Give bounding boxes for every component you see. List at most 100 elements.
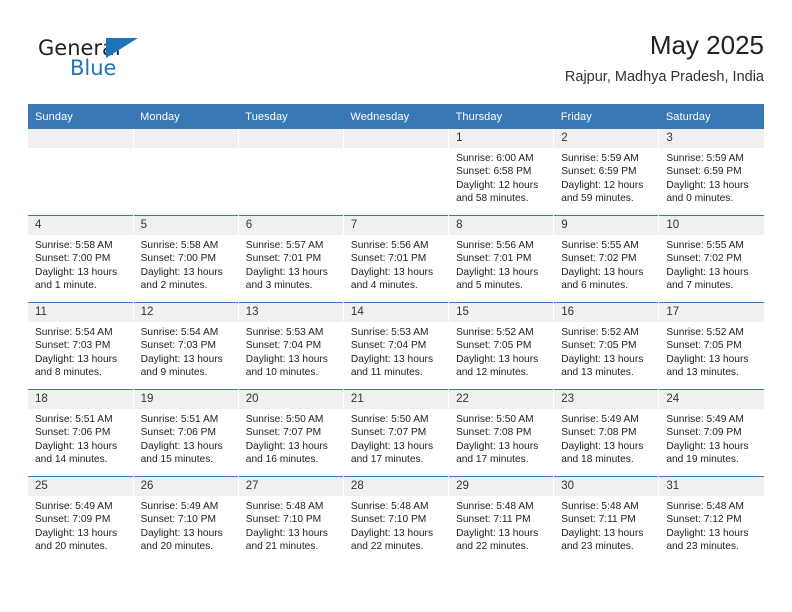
- daylight-text-line2: and 11 minutes.: [350, 367, 423, 379]
- calendar-day-cell[interactable]: 4 Sunrise: 5:58 AM Sunset: 7:00 PM Daylight…: [28, 215, 134, 303]
- sunrise-text: Sunrise: 5:56 AM: [350, 240, 429, 251]
- calendar-day-cell[interactable]: 7 Sunrise: 5:56 AM Sunset: 7:01 PM Daylight…: [343, 215, 450, 303]
- calendar-day-cell[interactable]: 13 Sunrise: 5:53 AM Sunset: 7:04 PM Dayligh…: [238, 302, 344, 390]
- sunset-text: Sunset: 7:11 PM: [561, 514, 636, 526]
- sunset-text: Sunset: 7:02 PM: [666, 253, 742, 265]
- day-number: 21: [343, 390, 449, 409]
- day-sun-info: Sunrise: 5:59 AM Sunset: 6:59 PM Daylight:…: [554, 148, 658, 206]
- page-header: General Blue May 2025 Rajpur, Madhya Pra…: [28, 28, 764, 96]
- daylight-text-line2: and 8 minutes.: [35, 367, 102, 379]
- calendar-day-cell[interactable]: 1 Sunrise: 6:00 AM Sunset: 6:58 PM Daylight…: [448, 129, 555, 216]
- day-number: 23: [554, 390, 659, 409]
- calendar-day-cell[interactable]: 16 Sunrise: 5:52 AM Sunset: 7:05 PM Dayligh…: [553, 302, 660, 390]
- calendar-day-cell[interactable]: 18 Sunrise: 5:51 AM Sunset: 7:06 PM Dayligh…: [28, 389, 134, 477]
- calendar-day-cell[interactable]: [238, 129, 344, 216]
- calendar-day-cell[interactable]: 6 Sunrise: 5:57 AM Sunset: 7:01 PM Daylight…: [238, 215, 344, 303]
- sunset-text: Sunset: 7:08 PM: [561, 427, 637, 439]
- day-sun-info: Sunrise: 5:52 AM Sunset: 7:05 PM Daylight:…: [554, 322, 658, 380]
- calendar-day-cell[interactable]: 3 Sunrise: 5:59 AM Sunset: 6:59 PM Daylight…: [659, 129, 764, 216]
- sunrise-text: Sunrise: 5:52 AM: [666, 327, 744, 338]
- calendar-day-cell[interactable]: 17 Sunrise: 5:52 AM Sunset: 7:05 PM Dayligh…: [658, 302, 764, 390]
- daylight-text-line2: and 22 minutes.: [350, 541, 424, 553]
- daylight-text-line1: Daylight: 13 hours: [245, 527, 328, 539]
- calendar-day-cell[interactable]: 24 Sunrise: 5:49 AM Sunset: 7:09 PM Dayligh…: [658, 389, 764, 477]
- day-sun-info: Sunrise: 6:00 AM Sunset: 6:58 PM Daylight:…: [449, 148, 553, 206]
- day-sun-info: Sunrise: 5:48 AM Sunset: 7:10 PM Daylight:…: [239, 496, 343, 554]
- sunrise-text: Sunrise: 5:50 AM: [350, 414, 429, 425]
- sunset-text: Sunset: 7:10 PM: [350, 514, 427, 526]
- day-cell-content: [133, 129, 238, 215]
- calendar-day-cell[interactable]: 29 Sunrise: 5:48 AM Sunset: 7:11 PM Dayligh…: [448, 476, 555, 563]
- sunrise-text: Sunrise: 5:48 AM: [456, 501, 534, 512]
- day-cell-content: 18 Sunrise: 5:51 AM Sunset: 7:06 PM Dayligh…: [28, 390, 133, 476]
- calendar-day-cell[interactable]: 30 Sunrise: 5:48 AM Sunset: 7:11 PM Dayligh…: [553, 476, 660, 563]
- calendar-day-cell[interactable]: 31 Sunrise: 5:48 AM Sunset: 7:12 PM Dayligh…: [658, 476, 764, 563]
- sunset-text: Sunset: 7:05 PM: [666, 340, 742, 352]
- calendar-day-cell[interactable]: 11 Sunrise: 5:54 AM Sunset: 7:03 PM Dayligh…: [28, 302, 134, 390]
- day-cell-content: 21 Sunrise: 5:50 AM Sunset: 7:07 PM Dayligh…: [343, 390, 449, 476]
- sunset-text: Sunset: 7:01 PM: [350, 253, 427, 265]
- day-sun-info: Sunrise: 5:48 AM Sunset: 7:10 PM Daylight:…: [344, 496, 448, 554]
- calendar-day-cell[interactable]: 9 Sunrise: 5:55 AM Sunset: 7:02 PM Daylight…: [553, 215, 660, 303]
- daylight-text-line2: and 0 minutes.: [666, 193, 734, 205]
- calendar-day-cell[interactable]: 23 Sunrise: 5:49 AM Sunset: 7:08 PM Dayligh…: [553, 389, 660, 477]
- daylight-text-line1: Daylight: 12 hours: [561, 179, 644, 191]
- day-number: 9: [554, 216, 659, 235]
- day-number: 16: [554, 303, 659, 322]
- general-blue-logo[interactable]: General Blue: [38, 36, 158, 84]
- daylight-text-line1: Daylight: 13 hours: [666, 179, 749, 191]
- day-sun-info: Sunrise: 5:53 AM Sunset: 7:04 PM Daylight:…: [239, 322, 343, 380]
- day-number: 11: [28, 303, 133, 322]
- day-sun-info: Sunrise: 5:57 AM Sunset: 7:01 PM Daylight:…: [239, 235, 343, 293]
- sunrise-text: Sunrise: 5:48 AM: [245, 501, 324, 512]
- calendar-week-row: 1 Sunrise: 6:00 AM Sunset: 6:58 PM Daylight…: [28, 129, 764, 216]
- calendar-day-cell[interactable]: [28, 129, 134, 216]
- daylight-text-line2: and 15 minutes.: [140, 454, 214, 466]
- sunset-text: Sunset: 7:00 PM: [140, 253, 216, 265]
- day-cell-content: 19 Sunrise: 5:51 AM Sunset: 7:06 PM Dayligh…: [133, 390, 238, 476]
- daylight-text-line1: Daylight: 13 hours: [35, 527, 118, 539]
- sunset-text: Sunset: 7:09 PM: [666, 427, 742, 439]
- day-sun-info: Sunrise: 5:50 AM Sunset: 7:07 PM Daylight:…: [239, 409, 343, 467]
- calendar-day-cell[interactable]: 12 Sunrise: 5:54 AM Sunset: 7:03 PM Dayligh…: [133, 302, 239, 390]
- day-number: 22: [449, 390, 554, 409]
- day-sun-info: Sunrise: 5:59 AM Sunset: 6:59 PM Daylight:…: [659, 148, 764, 206]
- day-cell-content: 3 Sunrise: 5:59 AM Sunset: 6:59 PM Daylight…: [659, 129, 764, 215]
- day-sun-info: Sunrise: 5:49 AM Sunset: 7:09 PM Daylight:…: [659, 409, 764, 467]
- sunrise-text: Sunrise: 6:00 AM: [456, 153, 534, 164]
- calendar-day-cell[interactable]: 8 Sunrise: 5:56 AM Sunset: 7:01 PM Daylight…: [448, 215, 555, 303]
- calendar-day-cell[interactable]: 27 Sunrise: 5:48 AM Sunset: 7:10 PM Dayligh…: [238, 476, 344, 563]
- daylight-text-line1: Daylight: 13 hours: [140, 440, 223, 452]
- sunset-text: Sunset: 7:06 PM: [35, 427, 111, 439]
- day-cell-content: 9 Sunrise: 5:55 AM Sunset: 7:02 PM Daylight…: [554, 216, 659, 302]
- sunrise-text: Sunrise: 5:52 AM: [456, 327, 534, 338]
- sunset-text: Sunset: 7:08 PM: [456, 427, 532, 439]
- daylight-text-line1: Daylight: 13 hours: [140, 353, 223, 365]
- sunrise-text: Sunrise: 5:51 AM: [140, 414, 219, 425]
- sunrise-text: Sunrise: 5:49 AM: [35, 501, 113, 512]
- sunset-text: Sunset: 7:09 PM: [35, 514, 111, 526]
- day-sun-info: Sunrise: 5:58 AM Sunset: 7:00 PM Daylight:…: [28, 235, 133, 293]
- calendar-day-cell[interactable]: 10 Sunrise: 5:55 AM Sunset: 7:02 PM Dayligh…: [658, 215, 764, 303]
- sunset-text: Sunset: 7:11 PM: [456, 514, 531, 526]
- calendar-day-cell[interactable]: 15 Sunrise: 5:52 AM Sunset: 7:05 PM Dayligh…: [448, 302, 555, 390]
- title-block: May 2025 Rajpur, Madhya Pradesh, India: [565, 28, 764, 88]
- daylight-text-line1: Daylight: 13 hours: [456, 353, 539, 365]
- calendar-day-cell[interactable]: 26 Sunrise: 5:49 AM Sunset: 7:10 PM Dayligh…: [133, 476, 239, 563]
- calendar-day-cell[interactable]: 5 Sunrise: 5:58 AM Sunset: 7:00 PM Daylight…: [133, 215, 239, 303]
- daylight-text-line1: Daylight: 13 hours: [456, 527, 539, 539]
- day-cell-content: [28, 129, 133, 215]
- calendar-day-cell[interactable]: 20 Sunrise: 5:50 AM Sunset: 7:07 PM Dayligh…: [238, 389, 344, 477]
- calendar-day-cell[interactable]: 28 Sunrise: 5:48 AM Sunset: 7:10 PM Dayligh…: [343, 476, 450, 563]
- calendar-day-cell[interactable]: 2 Sunrise: 5:59 AM Sunset: 6:59 PM Daylight…: [553, 129, 660, 216]
- calendar-day-cell[interactable]: [343, 129, 450, 216]
- calendar-day-cell[interactable]: 22 Sunrise: 5:50 AM Sunset: 7:08 PM Dayligh…: [448, 389, 555, 477]
- calendar-day-cell[interactable]: 25 Sunrise: 5:49 AM Sunset: 7:09 PM Dayligh…: [28, 476, 134, 563]
- logo-text-blue: Blue: [70, 56, 117, 80]
- daylight-text-line1: Daylight: 13 hours: [245, 353, 328, 365]
- calendar-day-cell[interactable]: 21 Sunrise: 5:50 AM Sunset: 7:07 PM Dayligh…: [343, 389, 450, 477]
- calendar-day-cell[interactable]: 14 Sunrise: 5:53 AM Sunset: 7:04 PM Dayligh…: [343, 302, 450, 390]
- calendar-day-cell[interactable]: [133, 129, 239, 216]
- calendar-day-cell[interactable]: 19 Sunrise: 5:51 AM Sunset: 7:06 PM Dayligh…: [133, 389, 239, 477]
- sunrise-text: Sunrise: 5:49 AM: [561, 414, 639, 425]
